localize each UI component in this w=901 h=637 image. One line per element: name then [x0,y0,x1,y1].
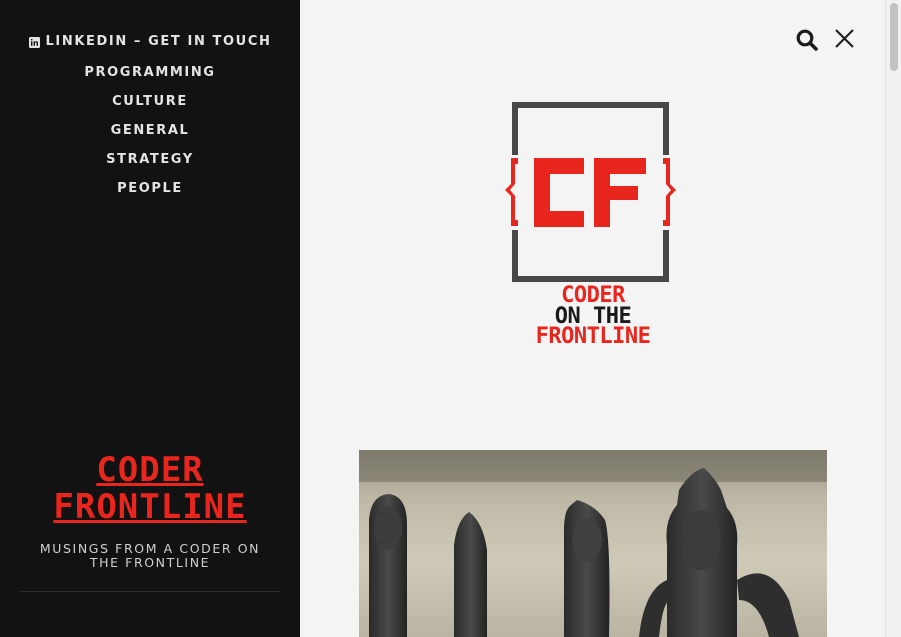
nav-item-culture: CULTURE [0,89,300,118]
featured-image[interactable] [359,450,827,637]
nav-link-culture[interactable]: CULTURE [112,91,188,113]
site-title[interactable]: CODER FRONTLINE [0,452,300,526]
sidebar-nav: LINKEDIN – GET IN TOUCH PROGRAMMING CULT… [0,31,300,205]
nav-item-programming: PROGRAMMING [0,60,300,89]
nav-item-strategy: STRATEGY [0,147,300,176]
nav-link-programming[interactable]: PROGRAMMING [84,62,215,84]
logo-text: CODER ON THE FRONTLINE [498,285,688,349]
nav-item-linkedin: LINKEDIN – GET IN TOUCH [0,31,300,60]
nav-link-people[interactable]: PEOPLE [117,178,183,200]
search-button[interactable] [794,27,820,53]
site-title-line2: FRONTLINE [53,487,247,527]
search-icon [796,29,818,51]
nav-item-people: PEOPLE [0,176,300,205]
cf-logo-mark [505,102,676,282]
nav-link-general[interactable]: GENERAL [111,120,190,142]
statues-photo [359,450,827,637]
scrollbar[interactable] [885,0,901,637]
nav-item-general: GENERAL [0,118,300,147]
close-button[interactable] [832,26,858,52]
nav-link-linkedin[interactable]: LINKEDIN – GET IN TOUCH [28,31,272,53]
logo-text-line3: FRONTLINE [535,324,651,349]
scrollbar-thumb[interactable] [890,3,898,71]
sidebar-divider [20,591,280,592]
nav-link-strategy[interactable]: STRATEGY [106,149,194,171]
linkedin-icon [28,36,40,48]
close-icon [835,29,854,48]
sidebar: LINKEDIN – GET IN TOUCH PROGRAMMING CULT… [0,0,300,637]
site-title-line1: CODER [96,450,204,490]
nav-label-linkedin: LINKEDIN – GET IN TOUCH [45,34,272,49]
site-tagline: MUSINGS FROM A CODER ON THE FRONTLINE [39,541,261,570]
